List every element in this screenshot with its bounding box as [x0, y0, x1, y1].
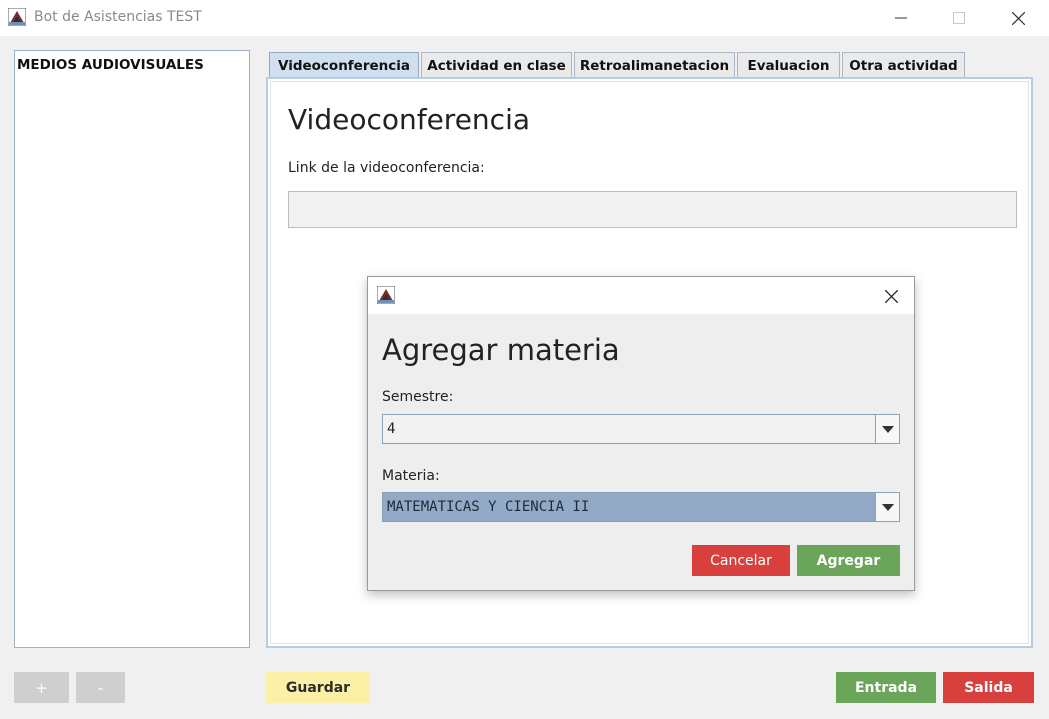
semester-label: Semestre: [382, 389, 454, 405]
exit-button[interactable]: Salida [943, 672, 1034, 703]
panel-title: Videoconferencia [288, 103, 531, 136]
maximize-button[interactable] [936, 0, 982, 36]
link-input[interactable] [288, 191, 1017, 228]
add-button[interactable]: + [14, 672, 69, 703]
close-icon [1011, 11, 1025, 25]
chevron-down-icon [881, 425, 894, 433]
minimize-icon [895, 17, 907, 19]
dialog-title: Agregar materia [382, 333, 620, 367]
remove-button[interactable]: - [76, 672, 125, 703]
add-subject-button[interactable]: Agregar [797, 545, 900, 576]
tab-retroalimentacion[interactable]: Retroalimanetacion [574, 52, 735, 78]
tab-videoconferencia[interactable]: Videoconferencia [269, 52, 419, 78]
link-label: Link de la videoconferencia: [288, 160, 485, 176]
dialog-close-button[interactable] [878, 283, 904, 309]
semester-value: 4 [387, 421, 396, 437]
list-item[interactable]: MEDIOS AUDIOVISUALES [17, 57, 204, 73]
app-icon [8, 8, 26, 26]
title-bar: Bot de Asistencias TEST [0, 0, 1049, 36]
add-subject-dialog: Agregar materia Semestre: 4 Materia: MAT… [367, 276, 915, 591]
minimize-button[interactable] [878, 0, 924, 36]
app-icon [377, 286, 395, 304]
semester-dropdown-button[interactable] [875, 415, 899, 443]
chevron-down-icon [881, 503, 894, 511]
entry-button[interactable]: Entrada [836, 672, 936, 703]
cancel-button[interactable]: Cancelar [692, 545, 790, 576]
tab-actividad-en-clase[interactable]: Actividad en clase [421, 52, 572, 78]
window-title: Bot de Asistencias TEST [34, 9, 202, 25]
subject-value: MATEMATICAS Y CIENCIA II [387, 499, 590, 515]
dialog-title-bar [368, 277, 914, 314]
close-button[interactable] [995, 0, 1041, 36]
subject-list[interactable]: MEDIOS AUDIOVISUALES [14, 50, 250, 648]
subject-select[interactable]: MATEMATICAS Y CIENCIA II [382, 492, 900, 522]
tab-otra-actividad[interactable]: Otra actividad [842, 52, 965, 78]
semester-select[interactable]: 4 [382, 414, 900, 444]
maximize-icon [953, 12, 965, 24]
subject-label: Materia: [382, 468, 440, 484]
tab-evaluacion[interactable]: Evaluacion [737, 52, 840, 78]
close-icon [884, 289, 898, 303]
save-button[interactable]: Guardar [266, 672, 370, 703]
subject-dropdown-button[interactable] [875, 493, 899, 521]
